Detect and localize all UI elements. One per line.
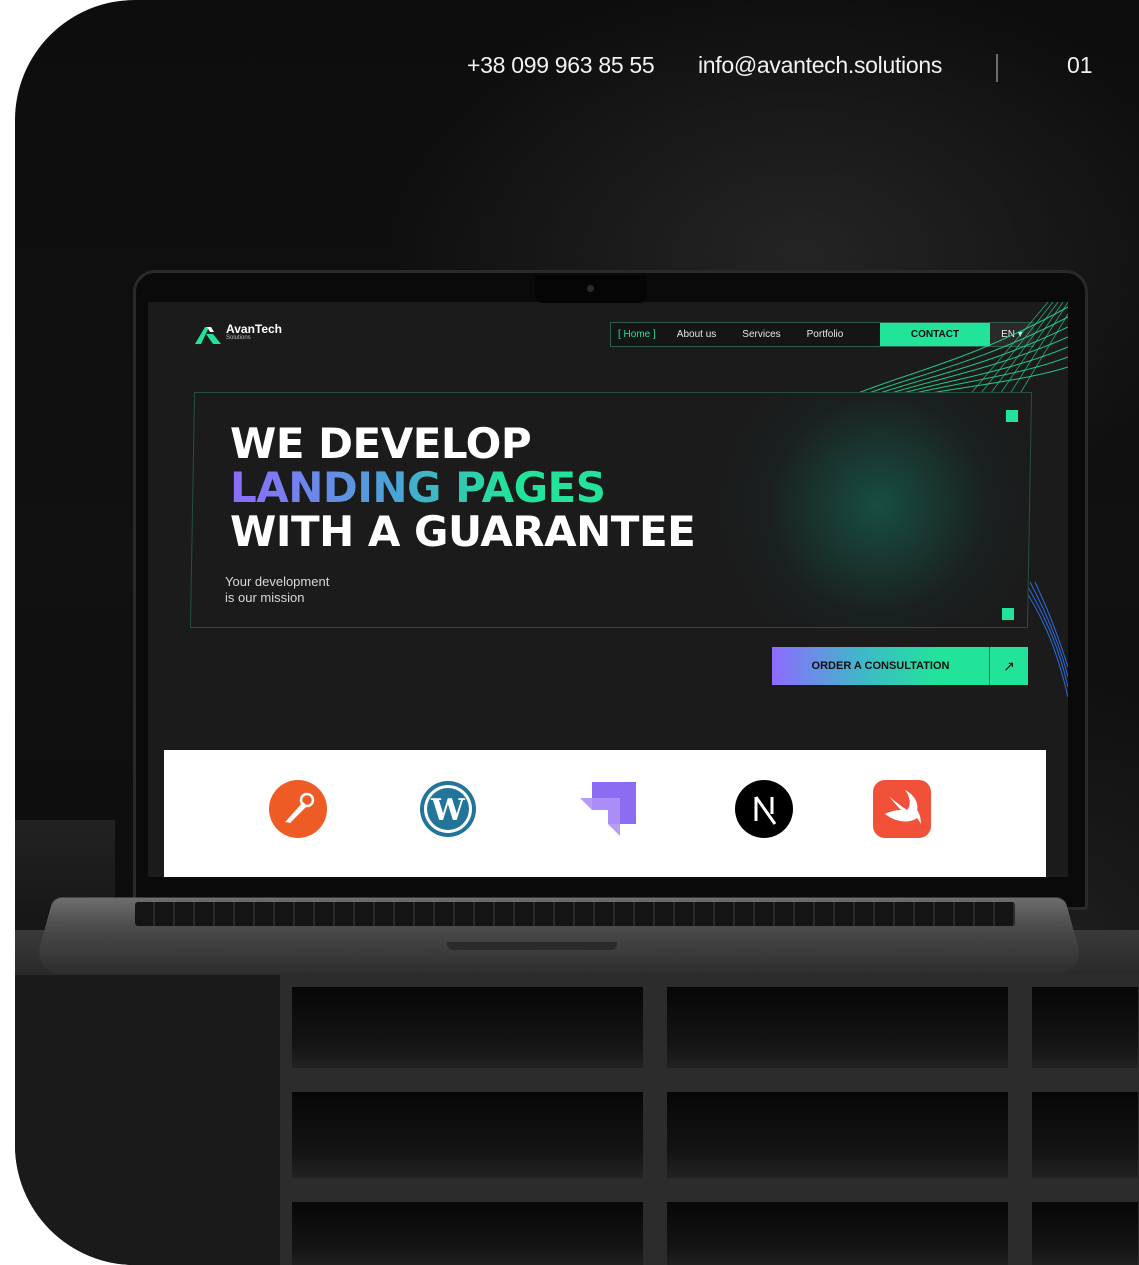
shelf-cubby (655, 1190, 1020, 1265)
hero-subline: Your development is our mission (225, 574, 329, 606)
nav-home[interactable]: [ Home ] (611, 329, 664, 340)
hero-corner-marker (1002, 608, 1014, 620)
nav-about[interactable]: About us (664, 329, 729, 340)
shelf-cubby (280, 975, 655, 1080)
webcam (587, 285, 594, 292)
shelf-cubby (280, 1190, 655, 1265)
headline-line-1: WE DEVELOP (230, 419, 532, 468)
wave-decoration (848, 302, 1068, 398)
subline-line-1: Your development (225, 574, 330, 589)
tech-logos-strip: W (164, 750, 1046, 877)
arrow-up-right-icon: ↗ (989, 647, 1028, 685)
laptop-keyboard (135, 902, 1015, 926)
swift-icon (873, 780, 931, 838)
postman-icon (269, 780, 327, 838)
email-address[interactable]: info@avantech.solutions (698, 52, 942, 79)
shelf-cubby (280, 1080, 655, 1190)
hero-headline: WE DEVELOP LANDING PAGES WITH A GUARANTE… (230, 419, 696, 556)
shelf-cubby (1020, 1080, 1139, 1190)
shelf-unit (15, 975, 1139, 1265)
headline-line-2: LANDING PAGES (230, 466, 695, 510)
strapi-icon (580, 782, 636, 836)
presentation-frame: +38 099 963 85 55 info@avantech.solution… (15, 0, 1139, 1265)
headline-line-3: WITH A GUARANTEE (230, 507, 696, 556)
page-number: 01 (1067, 52, 1093, 78)
subline-line-2: is our mission (225, 590, 305, 605)
laptop-screen: AvanTech Solutions [ Home ] About us Ser… (148, 302, 1068, 877)
shelf-cubby (1020, 1190, 1139, 1265)
brand-sub: Solutions (226, 335, 251, 341)
laptop-lip (447, 942, 617, 950)
nav-services[interactable]: Services (729, 329, 793, 340)
shelf-cubby (1020, 975, 1139, 1080)
cta-label: ORDER A CONSULTATION (811, 660, 950, 672)
svg-text:W: W (430, 793, 466, 828)
shelf-cubby (655, 975, 1020, 1080)
order-consultation-button[interactable]: ORDER A CONSULTATION ↗ (772, 647, 1028, 685)
contact-bar: +38 099 963 85 55 info@avantech.solution… (15, 52, 1139, 84)
divider (996, 54, 998, 82)
nav-portfolio[interactable]: Portfolio (794, 329, 857, 340)
nextjs-icon (735, 780, 793, 838)
phone-number[interactable]: +38 099 963 85 55 (467, 52, 655, 79)
shelf-cubby (655, 1080, 1020, 1190)
brand-name: AvanTech (226, 322, 283, 336)
wordpress-icon: W (420, 781, 476, 837)
avantech-logo-icon (195, 327, 221, 344)
hero-corner-marker (1006, 410, 1018, 422)
